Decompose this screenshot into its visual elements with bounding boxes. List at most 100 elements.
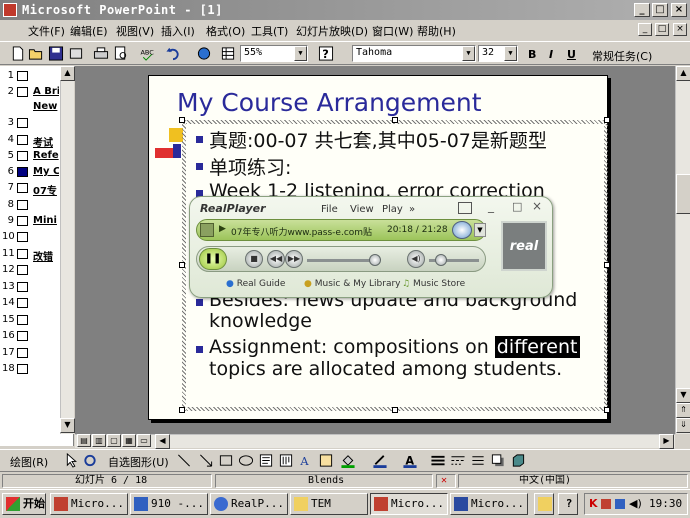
task-pane-button[interactable]: 常规任务(C)	[592, 48, 652, 64]
menu-slideshow[interactable]: 幻灯片放映(D)	[296, 23, 368, 39]
resize-handle[interactable]	[604, 117, 610, 123]
help-icon[interactable]: ?	[318, 46, 334, 61]
print-preview-icon[interactable]	[113, 46, 129, 61]
italic-button[interactable]: I	[549, 48, 553, 61]
scroll-down-icon[interactable]: ▼	[60, 418, 75, 433]
chevron-down-icon[interactable]: ▼	[474, 223, 486, 237]
taskbar-button[interactable]: RealP...	[210, 493, 288, 515]
dash-style-icon[interactable]	[450, 453, 466, 468]
menu-view[interactable]: 视图(V)	[116, 23, 154, 39]
start-button[interactable]: 开始	[2, 493, 46, 515]
rp-menu-view[interactable]: View	[350, 204, 374, 215]
tray-app-icon[interactable]	[601, 499, 611, 509]
doc-restore-button[interactable]: □	[655, 23, 669, 36]
zoom-combo[interactable]: 55% ▼	[240, 45, 308, 62]
spelling-icon[interactable]: ABC	[139, 46, 155, 61]
scroll-thumb[interactable]	[676, 174, 690, 214]
menu-tools[interactable]: 工具(T)	[251, 23, 288, 39]
bullet-text[interactable]: topics are allocated among students.	[209, 358, 562, 380]
real-guide-link[interactable]: ● Real Guide	[226, 279, 285, 289]
bullet-text[interactable]: Assignment: compositions on different	[209, 336, 580, 358]
vertical-textbox-icon[interactable]	[278, 453, 294, 468]
outline-item[interactable]: 14	[0, 295, 60, 311]
wordart-icon[interactable]: A	[298, 453, 314, 468]
volume-knob[interactable]	[435, 254, 447, 266]
3d-style-icon[interactable]	[510, 453, 526, 468]
now-playing-bar[interactable]: ▶ 07年专八听力www.pass-e.com贴 20:18 / 21:28	[196, 219, 486, 241]
font-name-combo[interactable]: Tahoma ▼	[352, 45, 476, 62]
realplayer-window[interactable]: RealPlayer File View Play » _ □ × ▶ 07年专…	[189, 196, 553, 298]
slide-vertical-scrollbar[interactable]: ▲ ▼ ⇑ ⇓	[675, 66, 690, 434]
resize-handle[interactable]	[179, 262, 185, 268]
outline-item[interactable]: 1	[0, 68, 60, 84]
scroll-left-icon[interactable]: ◀	[155, 434, 170, 449]
position-knob[interactable]	[369, 254, 381, 266]
menu-window[interactable]: 窗口(W)	[372, 23, 413, 39]
music-library-link[interactable]: ● Music & My Library	[304, 279, 401, 289]
rp-menu-play[interactable]: Play	[382, 204, 403, 215]
font-size-combo[interactable]: 32 ▼	[478, 45, 518, 62]
clipart-icon[interactable]	[318, 453, 334, 468]
previous-slide-icon[interactable]: ⇑	[676, 403, 690, 418]
font-color-icon[interactable]: A	[402, 453, 418, 468]
network-icon[interactable]	[615, 499, 625, 509]
volume-icon[interactable]: ◀)	[629, 497, 642, 510]
select-objects-icon[interactable]	[64, 453, 80, 468]
outline-view-icon[interactable]: ▥	[92, 434, 106, 447]
rotate-icon[interactable]	[82, 453, 98, 468]
globe-icon[interactable]	[452, 221, 472, 239]
outline-item[interactable]: 9 Mini	[0, 213, 60, 229]
doc-minimize-button[interactable]: _	[638, 23, 652, 36]
open-icon[interactable]	[28, 46, 44, 61]
close-button[interactable]: ×	[671, 3, 687, 17]
tables-icon[interactable]	[220, 46, 236, 61]
outline-item[interactable]: 12	[0, 262, 60, 278]
underline-button[interactable]: U	[567, 48, 576, 61]
resize-handle[interactable]	[179, 117, 185, 123]
menu-format[interactable]: 格式(O)	[206, 23, 245, 39]
rectangle-icon[interactable]	[218, 453, 234, 468]
taskbar-button-active[interactable]: Micro...	[370, 493, 448, 515]
autoshapes-button[interactable]: 自选图形(U)	[108, 454, 169, 470]
outline-item[interactable]: 16	[0, 328, 60, 344]
print-icon[interactable]	[93, 46, 109, 61]
rp-toolbar-icon[interactable]	[458, 202, 472, 214]
spelling-status-icon[interactable]: ✕	[436, 474, 456, 488]
bullet-text[interactable]: 单项练习:	[209, 153, 291, 180]
chevron-down-icon[interactable]: ▼	[294, 46, 307, 61]
pause-button[interactable]: ❚❚	[199, 248, 227, 270]
taskbar-button[interactable]: TEM	[290, 493, 368, 515]
scroll-up-icon[interactable]: ▲	[60, 66, 75, 81]
arrow-icon[interactable]	[198, 453, 214, 468]
taskbar-button[interactable]: Micro...	[50, 493, 128, 515]
draw-menu-button[interactable]: 绘图(R)	[10, 454, 48, 470]
line-style-icon[interactable]	[430, 453, 446, 468]
chevron-down-icon[interactable]: ▼	[504, 46, 517, 61]
scroll-up-icon[interactable]: ▲	[676, 66, 690, 81]
outline-item[interactable]: 3	[0, 115, 60, 131]
undo-icon[interactable]	[165, 46, 181, 61]
rp-menu-more[interactable]: »	[409, 204, 415, 215]
bullet-text[interactable]: 真题:00-07 共七套,其中05-07是新题型	[209, 126, 547, 153]
show-desktop-button[interactable]	[534, 493, 554, 515]
resize-handle[interactable]	[604, 407, 610, 413]
outline-scrollbar[interactable]: ▲ ▼	[60, 66, 75, 434]
music-store-link[interactable]: ♫ Music Store	[402, 279, 465, 289]
save-icon[interactable]	[48, 46, 64, 61]
slide-view-icon[interactable]: ▢	[107, 434, 121, 447]
hyperlink-icon[interactable]	[196, 46, 212, 61]
outline-item-current[interactable]: 6 My C	[0, 164, 60, 180]
outline-item[interactable]: 2 A Bri	[0, 84, 60, 100]
menu-help[interactable]: 帮助(H)	[417, 23, 456, 39]
rp-minimize-button[interactable]: _	[488, 199, 494, 213]
resize-handle[interactable]	[179, 407, 185, 413]
textbox-icon[interactable]	[258, 453, 274, 468]
menu-file[interactable]: 文件(F)	[28, 23, 65, 39]
bold-button[interactable]: B	[528, 48, 536, 61]
slide-horizontal-scrollbar[interactable]: ◀ ▶	[75, 434, 675, 449]
outline-item[interactable]: 7 07专	[0, 180, 60, 197]
outline-item[interactable]: 17	[0, 345, 60, 361]
minimize-button[interactable]: _	[634, 3, 650, 17]
resize-handle[interactable]	[392, 117, 398, 123]
next-slide-icon[interactable]: ⇓	[676, 418, 690, 433]
